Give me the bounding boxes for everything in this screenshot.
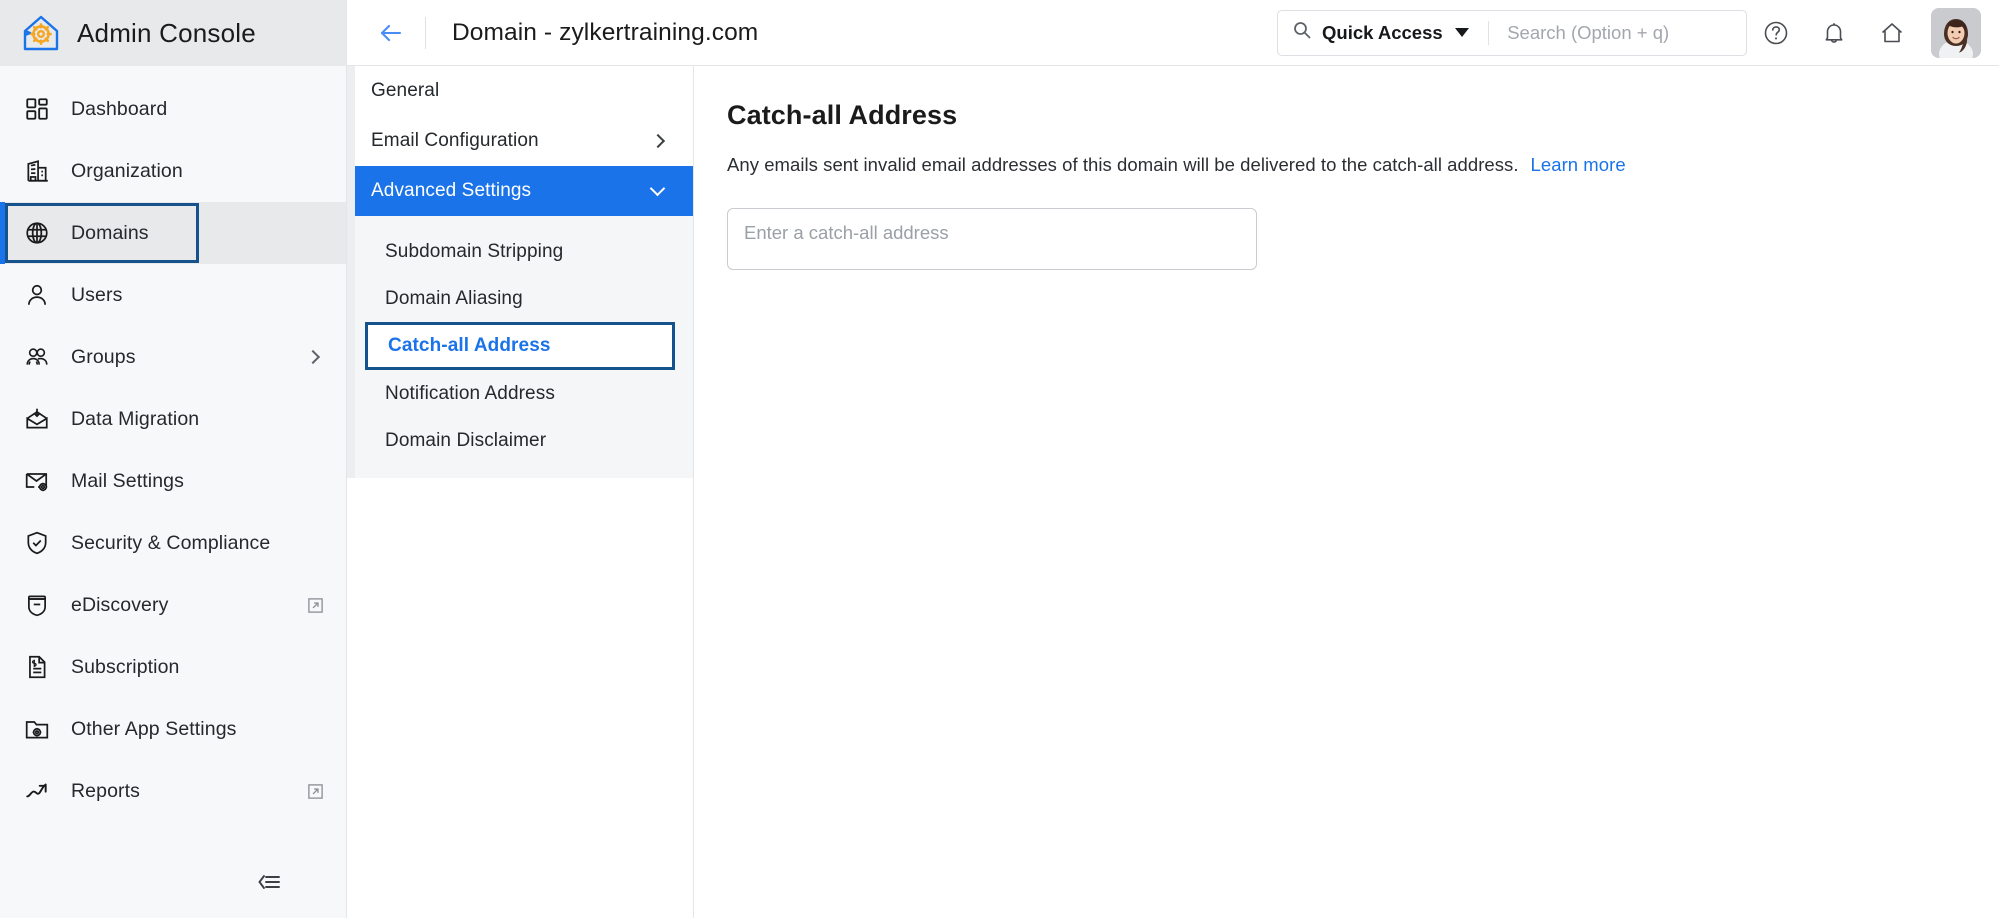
bell-icon[interactable] — [1805, 4, 1863, 62]
sidebar-item-subscription[interactable]: Subscription — [0, 636, 346, 698]
sidebar-item-label: Users — [71, 283, 123, 306]
sidebar-item-label: Security & Compliance — [71, 531, 271, 554]
sidebar-item-label: Mail Settings — [71, 469, 184, 492]
sidebar-item-other-app-settings[interactable]: Other App Settings — [0, 698, 346, 760]
help-circle-icon[interactable] — [1747, 4, 1805, 62]
sidebar-item-ediscovery[interactable]: eDiscovery — [0, 574, 346, 636]
sidebar-collapse-row — [0, 846, 346, 918]
sidebar-item-label: Groups — [71, 345, 136, 368]
subnav-item-email-configuration[interactable]: Email Configuration — [347, 116, 693, 166]
header-actions: Quick Access — [1277, 4, 1999, 62]
sidebar-item-label: Organization — [71, 159, 183, 182]
shield-check-icon — [22, 528, 52, 558]
user-icon — [22, 280, 52, 310]
subnav-child-domain-disclaimer[interactable]: Domain Disclaimer — [365, 417, 675, 464]
sidebar-item-label: eDiscovery — [71, 593, 169, 616]
home-icon[interactable] — [1863, 4, 1921, 62]
sidebar-item-label: Reports — [71, 779, 140, 802]
sidebar-item-label: Other App Settings — [71, 717, 237, 740]
sidebar-item-reports[interactable]: Reports — [0, 760, 346, 822]
subnav-children: Subdomain Stripping Domain Aliasing Catc… — [347, 216, 693, 478]
brand-title: Admin Console — [77, 17, 256, 48]
chevron-down-icon — [649, 180, 666, 197]
sidebar-item-mail-settings[interactable]: Mail Settings — [0, 450, 346, 512]
subnav-child-subdomain-stripping[interactable]: Subdomain Stripping — [365, 228, 675, 275]
content-description: Any emails sent invalid email addresses … — [727, 154, 1959, 176]
caret-down-icon[interactable] — [1454, 28, 1469, 37]
sidebar-item-users[interactable]: Users — [0, 264, 346, 326]
catch-all-address-input[interactable] — [727, 208, 1257, 270]
sidebar-item-label: Domains — [71, 221, 149, 244]
subnav-child-notification-address[interactable]: Notification Address — [365, 370, 675, 417]
sidebar-nav: Dashboard Organization Domains Users Gro… — [0, 66, 346, 846]
subnav-gutter — [347, 66, 355, 478]
sidebar-item-label: Dashboard — [71, 97, 168, 120]
dashboard-icon — [22, 94, 52, 124]
ediscovery-icon — [22, 590, 52, 620]
building-icon — [22, 156, 52, 186]
top-header: Domain - zylkertraining.com Quick Access — [347, 0, 1999, 66]
chevron-right-icon — [305, 349, 321, 365]
sidebar-item-data-migration[interactable]: Data Migration — [0, 388, 346, 450]
description-text: Any emails sent invalid email addresses … — [727, 154, 1519, 175]
search-icon — [1292, 20, 1312, 45]
envelope-gear-icon — [22, 466, 52, 496]
subnav-item-general[interactable]: General — [347, 66, 693, 116]
sidebar-item-dashboard[interactable]: Dashboard — [0, 78, 346, 140]
quick-access-search[interactable]: Quick Access — [1277, 9, 1747, 56]
subnav-child-label: Subdomain Stripping — [385, 240, 564, 262]
external-link-icon — [307, 597, 324, 614]
brand-header: Admin Console — [0, 0, 346, 66]
collapse-sidebar-icon[interactable] — [254, 871, 284, 893]
home-gear-logo-icon — [20, 12, 62, 54]
sidebar-item-domains[interactable]: Domains — [0, 202, 346, 264]
search-divider — [1487, 20, 1489, 45]
back-arrow-icon[interactable] — [371, 13, 411, 53]
users-group-icon — [22, 342, 52, 372]
subnav-item-advanced-settings[interactable]: Advanced Settings — [347, 166, 693, 216]
quick-access-label: Quick Access — [1322, 21, 1443, 43]
trend-arrow-icon — [22, 776, 52, 806]
subnav-child-label: Notification Address — [385, 382, 555, 404]
sidebar-item-label: Data Migration — [71, 407, 200, 430]
subnav-child-catch-all-address[interactable]: Catch-all Address — [365, 322, 675, 370]
sidebar-item-label: Subscription — [71, 655, 180, 678]
content-title: Catch-all Address — [727, 100, 958, 130]
admin-console-app: Admin Console Dashboard Organization Dom… — [0, 0, 1999, 918]
folder-gear-icon — [22, 714, 52, 744]
user-avatar[interactable] — [1931, 7, 1981, 58]
subnav-item-label: Email Configuration — [371, 130, 539, 151]
header-divider — [425, 16, 426, 49]
primary-sidebar: Admin Console Dashboard Organization Dom… — [0, 0, 347, 918]
learn-more-link[interactable]: Learn more — [1531, 154, 1626, 175]
sidebar-item-groups[interactable]: Groups — [0, 326, 346, 388]
subnav-child-label: Catch-all Address — [388, 335, 551, 356]
search-input[interactable] — [1507, 21, 1732, 44]
main-content: Catch-all Address Any emails sent invali… — [694, 66, 1999, 918]
secondary-nav-panel: General Email Configuration Advanced Set… — [347, 0, 694, 918]
subnav-child-domain-aliasing[interactable]: Domain Aliasing — [365, 275, 675, 322]
sidebar-item-security-compliance[interactable]: Security & Compliance — [0, 512, 346, 574]
globe-icon — [22, 218, 52, 248]
subnav-child-label: Domain Aliasing — [385, 287, 523, 309]
subnav-item-label: Advanced Settings — [371, 180, 532, 201]
subnav-item-label: General — [371, 80, 440, 101]
subnav-child-label: Domain Disclaimer — [385, 429, 547, 451]
external-link-icon — [307, 783, 324, 800]
chevron-right-icon — [650, 133, 666, 149]
invoice-icon — [22, 652, 52, 682]
page-title: Domain - zylkertraining.com — [452, 18, 759, 46]
envelope-download-icon — [22, 404, 52, 434]
sidebar-item-organization[interactable]: Organization — [0, 140, 346, 202]
